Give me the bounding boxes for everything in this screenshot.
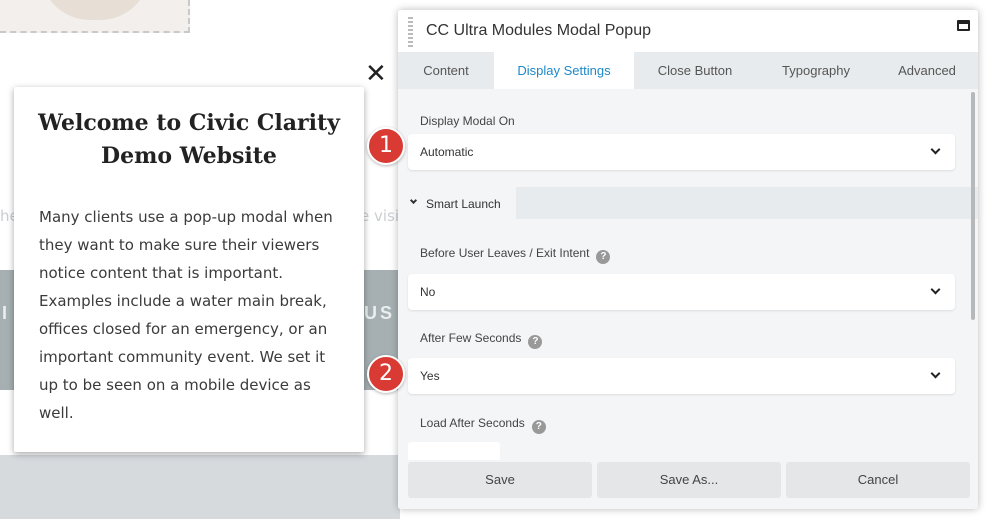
banner-text: US — [364, 303, 396, 323]
help-icon[interactable]: ? — [531, 420, 546, 434]
tab-close-button[interactable]: Close Button — [634, 52, 756, 89]
chevron-down-icon — [930, 284, 941, 295]
save-button[interactable]: Save — [408, 462, 592, 498]
modal-title: Welcome to Civic Clarity Demo Website — [38, 110, 340, 169]
smart-launch-toggle[interactable]: Smart Launch — [398, 187, 516, 219]
section-label: Smart Launch — [426, 197, 501, 211]
display-modal-on-label: Display Modal On — [420, 114, 515, 128]
field-label-text: Load After Seconds — [420, 416, 525, 430]
tab-content[interactable]: Content — [398, 52, 494, 89]
modal-body-text: Many clients use a pop-up modal when the… — [39, 208, 333, 422]
demo-modal: Welcome to Civic Clarity Demo Website Ma… — [14, 87, 364, 452]
field-label-text: After Few Seconds — [420, 331, 522, 345]
background-image — [0, 0, 190, 33]
select-value: Automatic — [420, 145, 474, 159]
help-icon[interactable]: ? — [596, 250, 611, 264]
panel-header[interactable]: CC Ultra Modules Modal Popup — [398, 10, 978, 52]
exit-intent-label: Before User Leaves / Exit Intent? — [420, 246, 611, 264]
cancel-button[interactable]: Cancel — [786, 462, 970, 498]
tab-advanced[interactable]: Advanced — [876, 52, 978, 89]
banner-text: I — [2, 303, 11, 323]
annotation-marker-1: 1 — [367, 127, 405, 165]
chevron-down-icon — [930, 144, 941, 155]
settings-tabs: Content Display Settings Close Button Ty… — [398, 52, 978, 89]
annotation-marker-2: 2 — [367, 355, 405, 393]
exit-intent-select[interactable]: No — [408, 274, 955, 310]
save-as-button[interactable]: Save As... — [597, 462, 781, 498]
load-after-seconds-label: Load After Seconds? — [420, 416, 546, 434]
panel-title: CC Ultra Modules Modal Popup — [426, 22, 651, 39]
tab-typography[interactable]: Typography — [756, 52, 876, 89]
panel-scrollbar[interactable] — [971, 92, 975, 320]
select-value: No — [420, 285, 436, 299]
tab-display-settings[interactable]: Display Settings — [494, 52, 634, 89]
select-value: Yes — [420, 369, 440, 383]
after-few-seconds-label: After Few Seconds? — [420, 331, 543, 349]
load-after-seconds-input[interactable] — [408, 442, 500, 462]
background-footer-band — [0, 455, 400, 519]
maximize-icon[interactable] — [957, 20, 970, 31]
panel-footer: Save Save As... Cancel — [398, 460, 978, 509]
help-icon[interactable]: ? — [528, 335, 543, 349]
display-modal-on-select[interactable]: Automatic — [408, 134, 955, 170]
after-few-seconds-select[interactable]: Yes — [408, 358, 955, 394]
module-settings-panel: CC Ultra Modules Modal Popup Content Dis… — [398, 10, 978, 509]
chevron-down-icon — [409, 196, 418, 205]
background-text: e visi — [360, 207, 400, 225]
field-label-text: Before User Leaves / Exit Intent — [420, 246, 590, 260]
chevron-down-icon — [930, 368, 941, 379]
modal-close-icon[interactable]: ✕ — [365, 61, 387, 87]
drag-handle-icon[interactable] — [408, 17, 413, 47]
smart-launch-section-bar: Smart Launch — [398, 187, 978, 219]
